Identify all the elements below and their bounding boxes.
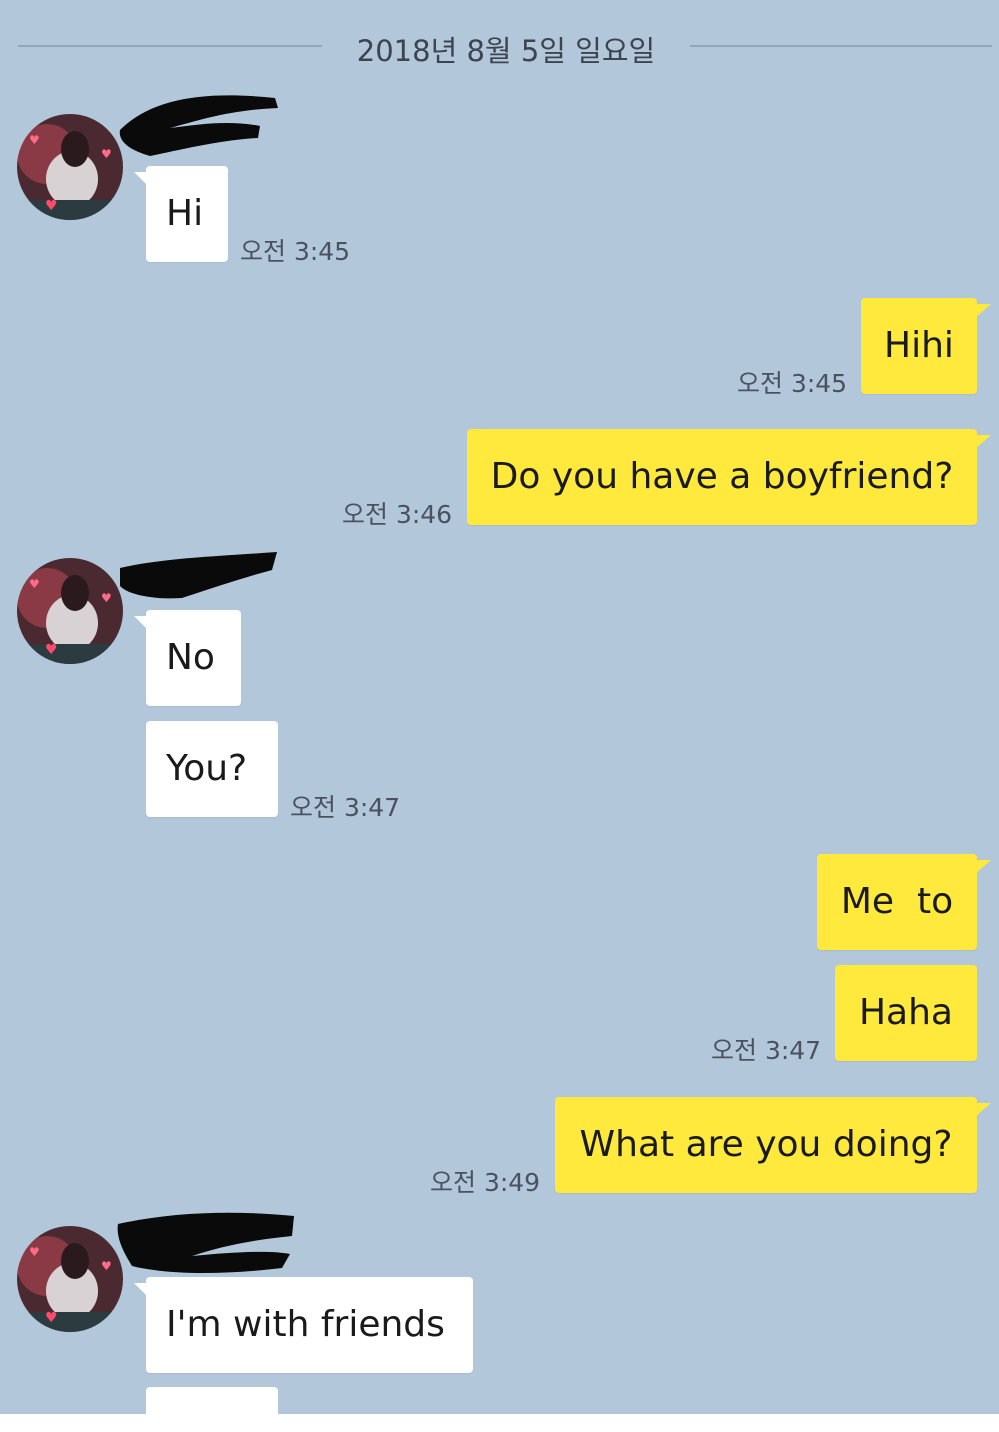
contact-avatar[interactable]: ♥ ♥ ♥	[17, 114, 123, 220]
message-bubble-incoming[interactable]: You?	[146, 721, 278, 817]
message-bubble-incoming[interactable]: I'm with friends	[134, 1277, 473, 1373]
contact-avatar[interactable]: ♥ ♥ ♥	[17, 1226, 123, 1332]
message-timestamp: 오전 3:45	[737, 369, 848, 398]
svg-text:♥: ♥	[101, 1259, 112, 1273]
svg-text:♥: ♥	[29, 577, 40, 591]
contact-name-redacted	[112, 1206, 302, 1276]
message-bubble-incoming[interactable]: Hi	[134, 166, 228, 262]
message-timestamp: 오전 3:47	[290, 793, 401, 822]
bottom-edge	[0, 1414, 999, 1432]
svg-text:♥: ♥	[45, 1310, 58, 1326]
message-text: Hi	[166, 193, 204, 234]
message-bubble-outgoing[interactable]: Hihi	[861, 298, 991, 394]
svg-text:♥: ♥	[29, 1245, 40, 1259]
date-separator-line-right	[690, 45, 992, 47]
svg-text:♥: ♥	[101, 591, 112, 605]
contact-name-redacted	[110, 80, 285, 160]
date-separator: 2018년 8월 5일 일요일	[0, 22, 999, 70]
message-text: No	[166, 637, 215, 678]
contact-name-redacted	[112, 548, 282, 604]
date-separator-label: 2018년 8월 5일 일요일	[356, 34, 656, 68]
svg-text:♥: ♥	[45, 642, 58, 658]
svg-text:♥: ♥	[29, 133, 40, 147]
contact-avatar[interactable]: ♥ ♥ ♥	[17, 558, 123, 664]
message-text: I'm with friends	[166, 1304, 445, 1345]
svg-text:♥: ♥	[45, 198, 58, 214]
message-bubble-outgoing[interactable]: Do you have a boyfriend?	[467, 429, 991, 525]
message-timestamp: 오전 3:46	[342, 500, 453, 529]
message-timestamp: 오전 3:47	[711, 1036, 822, 1065]
message-bubble-outgoing[interactable]: Haha	[835, 965, 977, 1061]
date-separator-line-left	[18, 45, 322, 47]
message-text: What are you doing?	[579, 1124, 953, 1165]
message-bubble-outgoing[interactable]: Me to	[817, 854, 991, 950]
message-bubble-incoming-partial[interactable]	[146, 1387, 278, 1414]
message-bubble-outgoing[interactable]: What are you doing?	[555, 1097, 991, 1193]
message-text: Me to	[840, 881, 954, 922]
message-text: Haha	[858, 992, 953, 1033]
message-timestamp: 오전 3:49	[430, 1168, 541, 1197]
chat-area[interactable]: 2018년 8월 5일 일요일 ♥ ♥ ♥ Hi 오전 3:45 오전 3:45…	[0, 0, 999, 1414]
message-text: You?	[166, 748, 248, 789]
message-timestamp: 오전 3:45	[240, 237, 351, 266]
message-text: Hihi	[884, 325, 954, 366]
message-text: Do you have a boyfriend?	[490, 456, 954, 497]
message-bubble-incoming[interactable]: No	[134, 610, 241, 706]
